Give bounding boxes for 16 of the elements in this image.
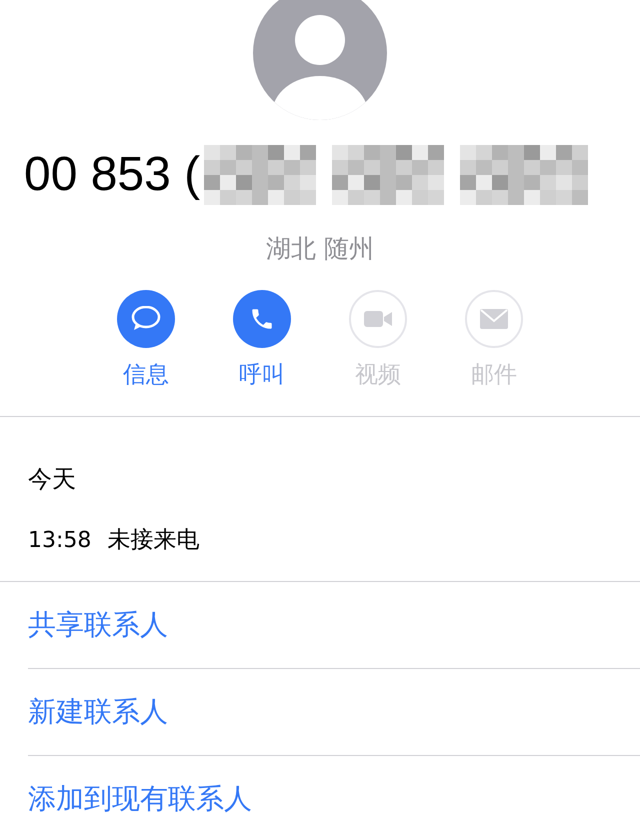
call-type: 未接来电 [107, 526, 200, 555]
location-text: 湖北 随州 [266, 234, 374, 263]
video-camera-icon [363, 308, 393, 328]
action-label: 视频 [355, 360, 401, 390]
call-time: 13:58 [28, 526, 92, 555]
day-heading: 今天 [28, 464, 77, 495]
action-label: 信息 [123, 360, 169, 390]
phone-number: 00 853 ( [24, 147, 200, 203]
avatar-icon [253, 0, 387, 120]
message-icon [131, 306, 161, 332]
action-label: 呼叫 [239, 360, 285, 390]
contact-action-link[interactable]: 新建联系人 [28, 691, 168, 733]
contact-action-link[interactable]: 共享联系人 [28, 604, 168, 646]
contact-action-link[interactable]: 添加到现有联系人 [28, 778, 252, 820]
action-label: 邮件 [471, 360, 517, 390]
envelope-icon [479, 308, 509, 330]
